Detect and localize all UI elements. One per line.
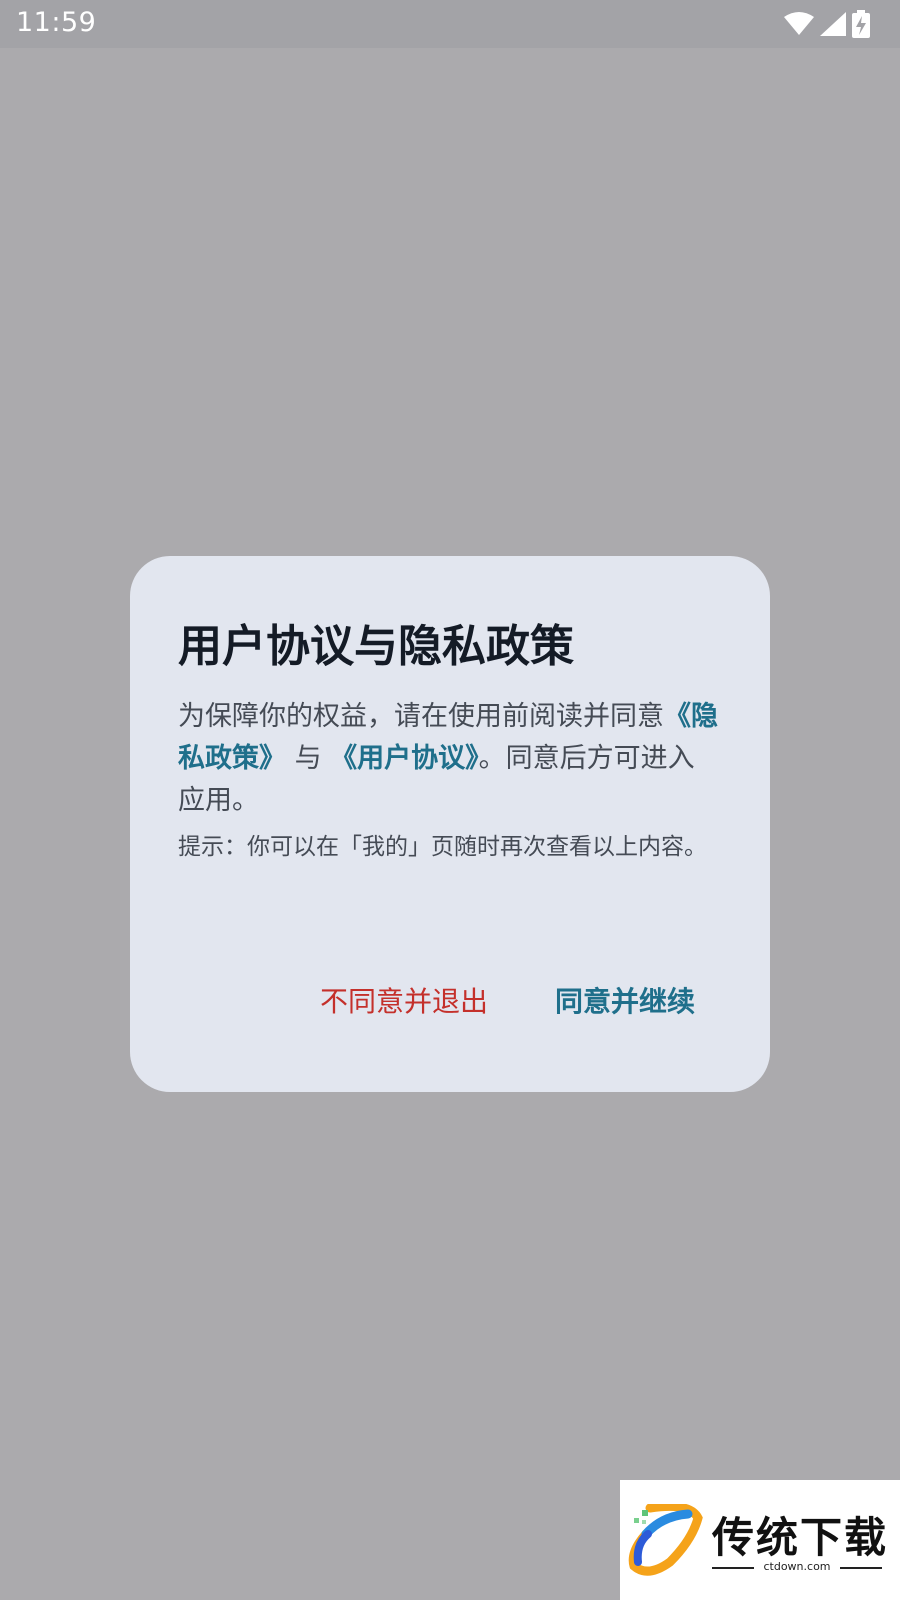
body-prefix: 为保障你的权益，请在使用前阅读并同意 xyxy=(178,701,664,732)
accept-continue-button[interactable]: 同意并继续 xyxy=(555,972,695,1032)
battery-charging-icon xyxy=(852,10,870,38)
watermark: 传统下载 ctdown.com xyxy=(620,1480,900,1600)
status-icons xyxy=(784,10,870,38)
dialog-body: 为保障你的权益，请在使用前阅读并同意《隐私政策》 与 《用户协议》。同意后方可进… xyxy=(178,696,718,822)
user-agreement-link[interactable]: 《用户协议》 xyxy=(330,743,479,774)
agreement-dialog: 用户协议与隐私政策 为保障你的权益，请在使用前阅读并同意《隐私政策》 与 《用户… xyxy=(130,556,770,1092)
wifi-icon xyxy=(784,12,814,36)
dialog-hint: 提示：你可以在「我的」页随时再次查看以上内容。 xyxy=(178,834,707,860)
watermark-brand: 传统下载 xyxy=(712,1513,889,1562)
watermark-domain: ctdown.com xyxy=(712,1560,882,1573)
decline-exit-button[interactable]: 不同意并退出 xyxy=(320,972,488,1032)
signal-icon xyxy=(820,12,846,36)
dialog-title: 用户协议与隐私政策 xyxy=(178,621,574,672)
status-time: 11:59 xyxy=(16,7,97,38)
watermark-logo-icon xyxy=(628,1501,704,1580)
status-bar: 11:59 xyxy=(0,0,900,48)
body-connector: 与 xyxy=(286,743,331,774)
